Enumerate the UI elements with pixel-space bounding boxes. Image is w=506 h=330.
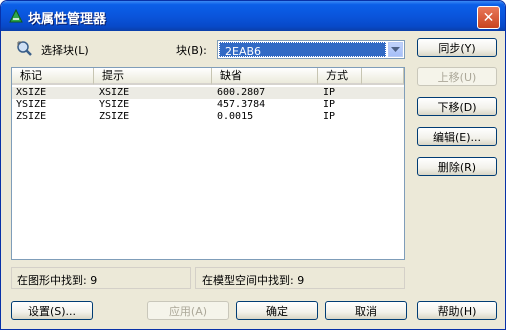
column-header-mode[interactable]: 方式 xyxy=(318,68,362,85)
close-icon: ✕ xyxy=(482,9,495,26)
edit-button[interactable]: 编辑(E)... xyxy=(417,127,497,146)
block-select[interactable]: 2EAB6 xyxy=(217,40,405,59)
column-header-tag[interactable]: 标记 xyxy=(12,68,94,85)
ok-button[interactable]: 确定 xyxy=(236,301,318,320)
title-bar: 块属性管理器 ✕ xyxy=(1,1,505,31)
chevron-down-icon[interactable] xyxy=(388,42,403,57)
cell-mode: IP xyxy=(323,87,336,98)
table-row[interactable]: XSIZE XSIZE 600.2807 IP xyxy=(12,87,404,99)
block-select-value-box: 2EAB6 xyxy=(219,42,386,58)
cell-tag: YSIZE xyxy=(16,99,47,110)
found-in-drawing-text: 在图形中找到: 9 xyxy=(17,274,98,287)
select-objects-icon[interactable] xyxy=(14,39,34,59)
found-in-drawing-status: 在图形中找到: 9 xyxy=(11,267,191,289)
attribute-list[interactable]: 标记 提示 缺省 方式 XSIZE XSIZE 600.2807 IP YSIZ… xyxy=(11,67,405,260)
cell-default: 600.2807 xyxy=(217,87,266,98)
cell-prompt: ZSIZE xyxy=(99,111,130,122)
cell-prompt: XSIZE xyxy=(99,87,130,98)
cell-mode: IP xyxy=(323,111,336,122)
move-up-button[interactable]: 上移(U) xyxy=(417,67,497,86)
sync-button[interactable]: 同步(Y) xyxy=(417,38,497,57)
cell-default: 0.0015 xyxy=(217,111,254,122)
delete-button[interactable]: 删除(R) xyxy=(417,157,497,176)
column-header-filler xyxy=(362,68,404,85)
cell-tag: ZSIZE xyxy=(16,111,47,122)
block-attribute-manager-dialog: 块属性管理器 ✕ 选择块(L) 块(B): 2EAB6 标记 提示 缺省 方式 … xyxy=(0,0,506,330)
found-in-model-space-text: 在模型空间中找到: 9 xyxy=(202,274,305,287)
cell-tag: XSIZE xyxy=(16,87,47,98)
settings-button[interactable]: 设置(S)... xyxy=(11,301,93,320)
column-header-prompt[interactable]: 提示 xyxy=(94,68,212,85)
window-title: 块属性管理器 xyxy=(28,12,107,27)
table-row[interactable]: YSIZE YSIZE 457.3784 IP xyxy=(12,99,404,111)
column-header-default[interactable]: 缺省 xyxy=(212,68,318,85)
move-down-button[interactable]: 下移(D) xyxy=(417,97,497,116)
apply-button[interactable]: 应用(A) xyxy=(147,301,229,320)
block-select-value: 2EAB6 xyxy=(225,45,262,58)
app-icon xyxy=(9,8,23,23)
close-button[interactable]: ✕ xyxy=(477,6,500,29)
cell-prompt: YSIZE xyxy=(99,99,130,110)
help-button[interactable]: 帮助(H) xyxy=(417,301,497,320)
cancel-button[interactable]: 取消 xyxy=(325,301,407,320)
block-label: 块(B): xyxy=(176,44,207,57)
cell-mode: IP xyxy=(323,99,336,110)
found-in-model-space-status: 在模型空间中找到: 9 xyxy=(195,267,405,289)
table-row[interactable]: ZSIZE ZSIZE 0.0015 IP xyxy=(12,111,404,123)
cell-default: 457.3784 xyxy=(217,99,266,110)
select-block-label[interactable]: 选择块(L) xyxy=(41,42,89,58)
